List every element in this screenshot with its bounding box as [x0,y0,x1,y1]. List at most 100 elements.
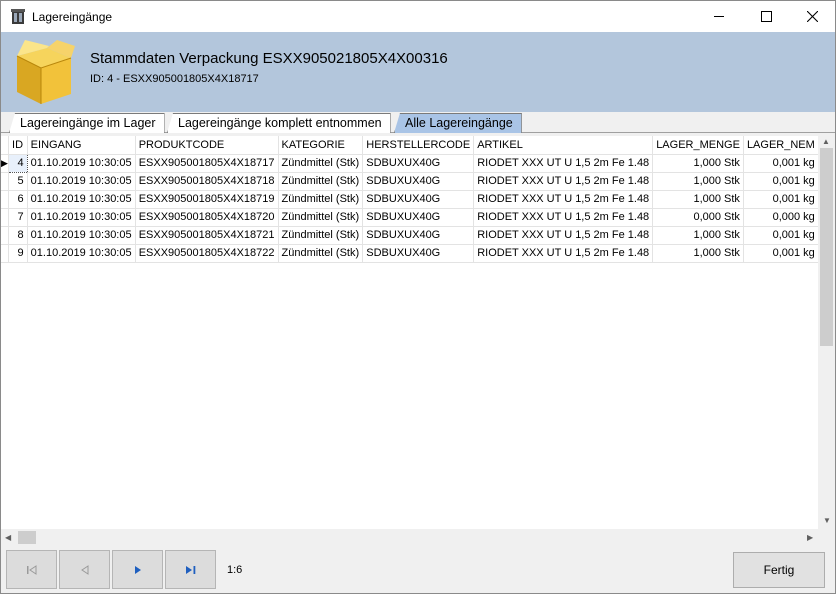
cell-eingang[interactable]: 01.10.2019 10:30:05 [27,208,136,227]
cell-herstellercode[interactable]: SDBUXUX40G [362,172,475,191]
row-header[interactable] [1,190,9,209]
app-icon [11,9,25,24]
cell-lager-menge[interactable]: 1,000 Stk [652,190,744,209]
table-row[interactable]: 9 01.10.2019 10:30:05 ESXX905001805X4X18… [1,244,835,263]
cell-herstellercode[interactable]: SDBUXUX40G [362,244,475,263]
col-header-kategorie[interactable]: KATEGORIE [278,136,364,155]
col-header-lager-menge[interactable]: LAGER_MENGE [652,136,744,155]
cell-lager-menge[interactable]: 1,000 Stk [652,226,744,245]
row-header[interactable] [1,244,9,263]
table-row[interactable]: 7 01.10.2019 10:30:05 ESXX905001805X4X18… [1,208,835,227]
vertical-scrollbar[interactable]: ▲ [818,136,835,546]
tab-strip: Lagereingänge im Lager Lagereingänge kom… [1,112,835,133]
cell-produktcode[interactable]: ESXX905001805X4X18717 [135,154,279,173]
table-row[interactable]: ▶ 4 01.10.2019 10:30:05 ESXX905001805X4X… [1,153,835,173]
cell-lager-menge[interactable]: 1,000 Stk [652,172,744,191]
maximize-button[interactable] [743,1,789,32]
col-header-eingang[interactable]: EINGANG [27,136,136,155]
cell-eingang[interactable]: 01.10.2019 10:30:05 [27,172,136,191]
cell-artikel[interactable]: RIODET XXX UT U 1,5 2m Fe 1.48 [473,154,654,173]
scroll-left-icon[interactable]: ◀ [5,533,11,542]
window-title: Lagereingänge [32,10,113,24]
header-title: Stammdaten Verpackung ESXX905021805X4X00… [90,50,448,67]
scroll-right-icon[interactable]: ▶ [807,533,813,542]
cell-eingang[interactable]: 01.10.2019 10:30:05 [27,226,136,245]
cell-artikel[interactable]: RIODET XXX UT U 1,5 2m Fe 1.48 [473,208,654,227]
next-record-icon [134,565,141,574]
table-row[interactable]: 8 01.10.2019 10:30:05 ESXX905001805X4X18… [1,226,835,245]
cell-produktcode[interactable]: ESXX905001805X4X18720 [135,208,279,227]
vertical-scroll-thumb[interactable] [820,148,833,346]
tab-komplett-entnommen[interactable]: Lagereingänge komplett entnommen [167,113,391,133]
row-header[interactable] [1,208,9,227]
col-header-herstellercode[interactable]: HERSTELLERCODE [362,136,475,155]
cell-id[interactable]: 6 [8,190,28,209]
horizontal-scroll-thumb[interactable] [18,531,36,544]
cell-kategorie[interactable]: Zündmittel (Stk) [278,208,364,227]
cell-artikel[interactable]: RIODET XXX UT U 1,5 2m Fe 1.48 [473,172,654,191]
last-record-icon [185,565,195,574]
col-header-id[interactable]: ID [8,136,28,155]
last-record-button[interactable] [165,550,216,589]
table-row[interactable]: 6 01.10.2019 10:30:05 ESXX905001805X4X18… [1,190,835,209]
cell-lager-menge[interactable]: 0,000 Stk [652,208,744,227]
cell-herstellercode[interactable]: SDBUXUX40G [362,190,475,209]
cell-kategorie[interactable]: Zündmittel (Stk) [278,172,364,191]
scroll-up-icon[interactable]: ▲ [822,137,830,146]
box-icon [16,40,75,104]
cell-artikel[interactable]: RIODET XXX UT U 1,5 2m Fe 1.48 [473,190,654,209]
prior-record-button[interactable] [59,550,110,589]
grid-table: ID EINGANG PRODUKTCODE KATEGORIE HERSTEL… [1,136,835,263]
close-icon [806,11,818,22]
cell-eingang[interactable]: 01.10.2019 10:30:05 [27,190,136,209]
row-header[interactable] [1,172,9,191]
cell-lager-nem[interactable]: 0,001 kg [743,190,819,209]
cell-id[interactable]: 4 [8,153,28,173]
cell-kategorie[interactable]: Zündmittel (Stk) [278,226,364,245]
cell-herstellercode[interactable]: SDBUXUX40G [362,154,475,173]
cell-eingang[interactable]: 01.10.2019 10:30:05 [27,154,136,173]
cell-lager-nem[interactable]: 0,001 kg [743,226,819,245]
cell-lager-nem[interactable]: 0,001 kg [743,154,819,173]
cell-kategorie[interactable]: Zündmittel (Stk) [278,244,364,263]
minimize-button[interactable] [696,1,742,32]
row-header-corner [1,136,9,155]
col-header-artikel[interactable]: ARTIKEL [473,136,654,155]
tab-im-lager[interactable]: Lagereingänge im Lager [9,113,165,133]
fertig-button[interactable]: Fertig [733,552,825,588]
table-row[interactable]: 5 01.10.2019 10:30:05 ESXX905001805X4X18… [1,172,835,191]
cell-produktcode[interactable]: ESXX905001805X4X18721 [135,226,279,245]
grid-header-row: ID EINGANG PRODUKTCODE KATEGORIE HERSTEL… [1,136,835,155]
header-subtitle: ID: 4 - ESXX905001805X4X18717 [90,73,259,85]
cell-produktcode[interactable]: ESXX905001805X4X18719 [135,190,279,209]
cell-herstellercode[interactable]: SDBUXUX40G [362,226,475,245]
maximize-icon [760,11,772,22]
cell-lager-nem[interactable]: 0,001 kg [743,172,819,191]
cell-produktcode[interactable]: ESXX905001805X4X18718 [135,172,279,191]
cell-id[interactable]: 5 [8,172,28,191]
cell-eingang[interactable]: 01.10.2019 10:30:05 [27,244,136,263]
cell-artikel[interactable]: RIODET XXX UT U 1,5 2m Fe 1.48 [473,226,654,245]
first-record-icon [26,564,36,575]
scroll-down-icon[interactable]: ▼ [823,516,831,525]
cell-artikel[interactable]: RIODET XXX UT U 1,5 2m Fe 1.48 [473,244,654,263]
cell-lager-nem[interactable]: 0,001 kg [743,244,819,263]
col-header-lager-nem[interactable]: LAGER_NEM [743,136,819,155]
cell-id[interactable]: 8 [8,226,28,245]
cell-lager-menge[interactable]: 1,000 Stk [652,244,744,263]
cell-lager-nem[interactable]: 0,000 kg [743,208,819,227]
next-record-button[interactable] [112,550,163,589]
cell-lager-menge[interactable]: 1,000 Stk [652,154,744,173]
tab-alle-lagereingaenge[interactable]: Alle Lagereingänge [394,113,522,133]
close-button[interactable] [789,1,835,32]
cell-kategorie[interactable]: Zündmittel (Stk) [278,190,364,209]
col-header-produktcode[interactable]: PRODUKTCODE [135,136,279,155]
cell-kategorie[interactable]: Zündmittel (Stk) [278,154,364,173]
cell-id[interactable]: 7 [8,208,28,227]
horizontal-scrollbar[interactable]: ◀ ▶ [1,529,818,546]
row-header[interactable] [1,226,9,245]
cell-herstellercode[interactable]: SDBUXUX40G [362,208,475,227]
cell-produktcode[interactable]: ESXX905001805X4X18722 [135,244,279,263]
first-record-button[interactable] [6,550,57,589]
cell-id[interactable]: 9 [8,244,28,263]
